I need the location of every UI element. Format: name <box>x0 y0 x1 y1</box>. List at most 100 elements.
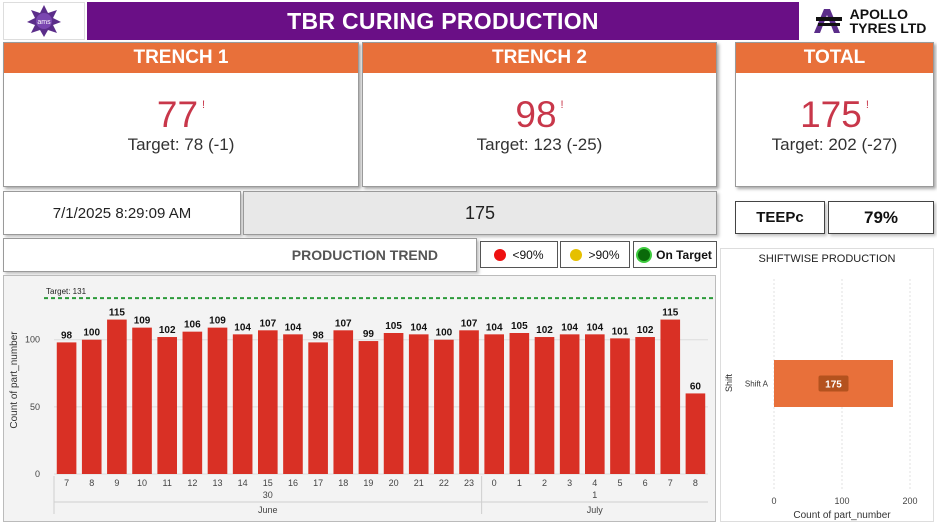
bar <box>383 333 404 474</box>
bar-data-label: 98 <box>313 330 325 341</box>
bar-data-label: 107 <box>259 318 276 329</box>
legend-label: >90% <box>588 247 620 262</box>
bar <box>157 337 178 474</box>
kpi-alert-mark: ! <box>202 99 206 111</box>
kpi-value-number: 98 <box>515 94 557 135</box>
kpi-target: Target: 123 (-25) <box>363 135 716 155</box>
bar-data-label: 60 <box>690 381 702 392</box>
bar-data-label: 101 <box>612 326 629 337</box>
y-tick-label: 100 <box>25 335 40 345</box>
bar-data-label: 107 <box>335 318 352 329</box>
ams-logo-icon: ams <box>27 5 61 37</box>
x-tick-label: 8 <box>89 478 94 488</box>
x-tick-label: 17 <box>313 478 323 488</box>
x-tick-label: 0 <box>492 478 497 488</box>
x-tick-label: 7 <box>668 478 673 488</box>
y-category-label: Shift A <box>745 380 769 389</box>
kpi-target-text: Target: 78 <box>127 135 204 154</box>
kpi-target-diff: (-25) <box>566 135 603 154</box>
x-tick-label: 18 <box>338 478 348 488</box>
teepc-label: TEEPc <box>756 209 804 226</box>
bar <box>81 339 102 474</box>
bar <box>584 334 605 474</box>
teepc-value-box: 79% <box>828 201 934 234</box>
bar <box>559 334 580 474</box>
teepc-value: 79% <box>863 207 899 227</box>
bar <box>132 327 152 474</box>
bar-data-label: 107 <box>461 318 478 329</box>
y-axis-title: Shift <box>724 373 734 392</box>
kpi-card-title: TRENCH 1 <box>4 43 358 73</box>
count-value: 175 <box>464 202 496 223</box>
x-tick-label: 22 <box>439 478 449 488</box>
bar-data-label: 106 <box>184 320 201 331</box>
legend-label: <90% <box>512 247 544 262</box>
y-tick-label: 50 <box>30 402 40 412</box>
kpi-card-total: TOTAL 175! Target: 202 (-27) <box>735 42 934 187</box>
bar <box>56 342 77 474</box>
bar-data-label: 102 <box>637 325 654 336</box>
x-tick-label: 20 <box>389 478 399 488</box>
yellow-dot-icon <box>570 248 583 261</box>
kpi-card-title: TRENCH 2 <box>363 43 716 73</box>
x-tick-label: 1 <box>517 478 522 488</box>
bar-data-label: 102 <box>536 325 553 336</box>
bar-data-label: 104 <box>410 322 427 333</box>
kpi-target: Target: 78 (-1) <box>4 135 358 155</box>
x-month-label: July <box>587 505 604 515</box>
kpi-target-text: Target: 202 <box>771 135 857 154</box>
x-tick-label: 10 <box>137 478 147 488</box>
count-card: 175 <box>243 191 717 235</box>
y-tick-label: 0 <box>35 469 40 479</box>
bar <box>358 341 379 474</box>
bar-data-label: 109 <box>134 316 151 327</box>
x-tick-label: 14 <box>238 478 248 488</box>
x-tick-label: 19 <box>363 478 373 488</box>
bar <box>509 333 530 474</box>
ams-logo: ams <box>3 2 85 40</box>
kpi-card-trench-2: TRENCH 2 98! Target: 123 (-25) <box>362 42 717 187</box>
x-tick-label: 100 <box>834 496 849 506</box>
legend-on-target: On Target <box>633 241 717 268</box>
kpi-card-trench-1: TRENCH 1 77! Target: 78 (-1) <box>3 42 359 187</box>
kpi-card-title: TOTAL <box>736 43 933 73</box>
bar <box>534 337 555 474</box>
kpi-value-number: 77 <box>156 94 199 135</box>
x-day-label: 30 <box>263 490 273 500</box>
kpi-target-diff: (-27) <box>861 135 898 154</box>
bar-data-label: 104 <box>234 322 251 333</box>
target-label: Target: 131 <box>46 287 87 296</box>
bar <box>459 330 479 474</box>
production-trend-title-box: PRODUCTION TREND <box>3 238 477 272</box>
kpi-value: 77! <box>4 95 358 135</box>
x-tick-label: 16 <box>288 478 298 488</box>
bar-data-label: 100 <box>83 328 100 339</box>
bar <box>257 330 278 474</box>
x-tick-label: 8 <box>693 478 698 488</box>
kpi-target: Target: 202 (-27) <box>736 135 933 155</box>
kpi-value-number: 175 <box>800 94 862 135</box>
bar-data-label: 105 <box>385 321 402 332</box>
legend-below-90: <90% <box>480 241 558 268</box>
bar-data-label: 115 <box>662 308 679 319</box>
apollo-logo-line2: TYRES LTD <box>849 20 927 36</box>
bar <box>685 393 706 474</box>
x-tick-label: 2 <box>542 478 547 488</box>
x-tick-label: 21 <box>414 478 424 488</box>
bar-data-label: 99 <box>363 329 375 340</box>
apollo-logo: APOLLO TYRES LTD <box>802 2 936 40</box>
x-tick-label: 12 <box>187 478 197 488</box>
bar-data-label: 100 <box>436 328 453 339</box>
x-tick-label: 200 <box>902 496 917 506</box>
bar-data-label: 104 <box>285 322 302 333</box>
x-tick-label: 6 <box>643 478 648 488</box>
bar <box>408 334 429 474</box>
bar <box>207 327 228 474</box>
x-tick-label: 15 <box>263 478 273 488</box>
x-tick-label: 13 <box>212 478 222 488</box>
kpi-alert-mark: ! <box>865 99 869 111</box>
production-trend-chart: 050100Count of part_numberTarget: 131987… <box>9 287 714 515</box>
bar-data-label: 109 <box>209 316 226 327</box>
kpi-target-text: Target: 123 <box>476 135 562 154</box>
bar <box>308 342 328 474</box>
